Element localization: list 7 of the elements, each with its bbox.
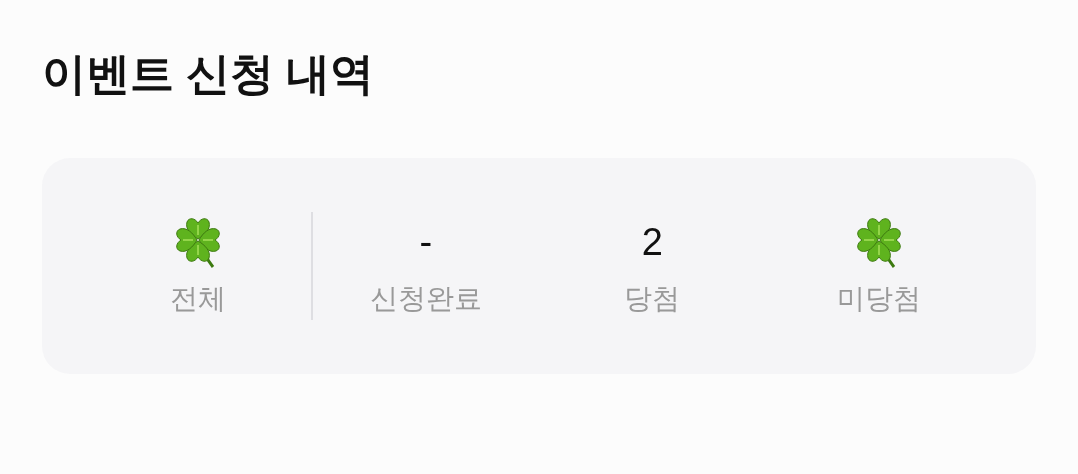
stat-value: 2 xyxy=(641,219,663,265)
stat-value: - xyxy=(419,219,433,265)
page-title: 이벤트 신청 내역 xyxy=(42,48,376,100)
stat-label: 당첨 xyxy=(624,282,681,316)
stat-label: 미당첨 xyxy=(836,282,921,316)
stat-label: 신청완료 xyxy=(369,282,482,316)
stat-label: 전체 xyxy=(170,282,227,316)
